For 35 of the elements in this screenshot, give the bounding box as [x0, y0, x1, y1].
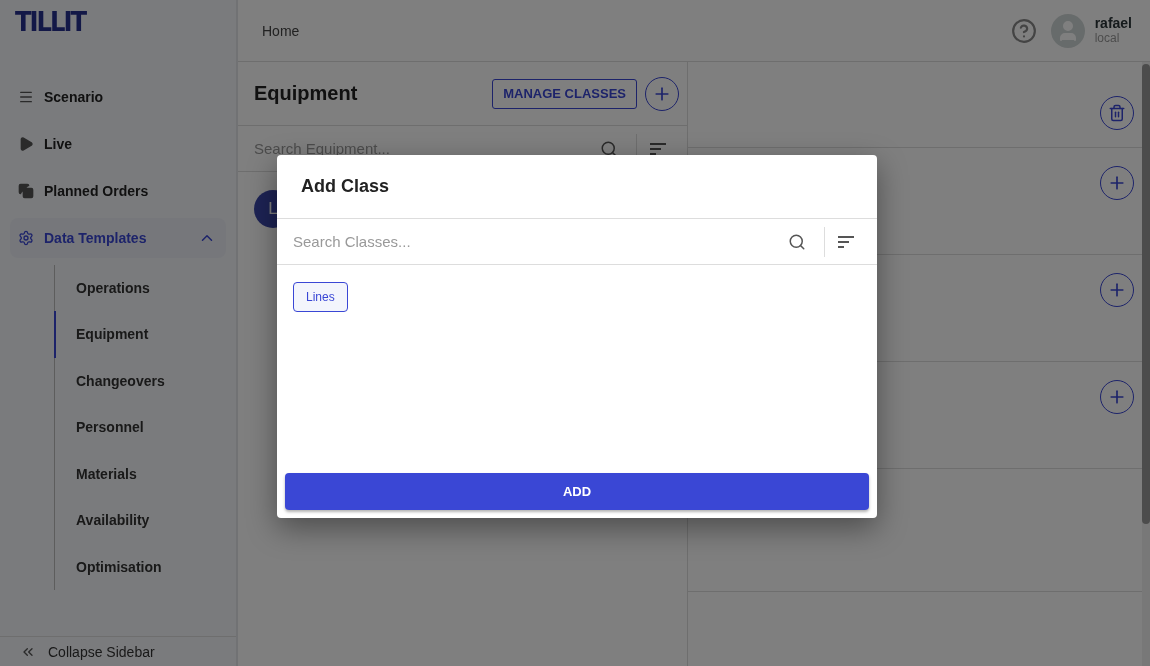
add-button[interactable] [1100, 273, 1134, 307]
scrollbar-thumb[interactable] [1142, 64, 1150, 524]
sidebar-subitem[interactable]: Personnel [54, 404, 236, 451]
sidebar-item[interactable]: Scenario [10, 76, 226, 117]
sidebar-subitem[interactable]: Optimisation [54, 543, 236, 591]
add-button[interactable] [1100, 166, 1134, 200]
breadcrumb[interactable]: Home [262, 22, 1011, 39]
search-icon[interactable] [788, 232, 806, 251]
sidebar-subitem[interactable]: Materials [54, 450, 236, 498]
play-icon [18, 135, 34, 152]
class-chip[interactable]: Lines [293, 282, 348, 312]
add-button[interactable]: ADD [285, 473, 869, 510]
logo: TILLIT [14, 5, 87, 39]
delete-button[interactable] [1100, 96, 1134, 130]
user-name: rafael [1094, 15, 1132, 31]
document-copy-icon [18, 182, 34, 199]
sidebar-subitem[interactable]: Availability [54, 497, 236, 544]
sidebar-subitem[interactable]: Operations [54, 264, 236, 312]
panel-title: Equipment [254, 82, 359, 105]
search-icon[interactable] [600, 139, 618, 158]
manage-classes-button[interactable]: MANAGE CLASSES [492, 78, 637, 109]
sidebar-subitem[interactable]: Changeovers [54, 357, 236, 405]
settings-icon [18, 229, 34, 246]
sort-icon[interactable] [649, 142, 667, 155]
help-icon[interactable] [1010, 17, 1037, 44]
collapse-sidebar-button[interactable]: Collapse Sidebar [0, 636, 236, 666]
sidebar-subitem[interactable]: Equipment [54, 311, 236, 358]
sort-icon[interactable] [837, 235, 855, 248]
sidebar-item[interactable]: Planned Orders [10, 170, 226, 211]
sidebar-item[interactable]: Live [10, 123, 226, 164]
sidebar-item[interactable]: Data Templates [10, 217, 226, 258]
add-button[interactable] [1100, 380, 1134, 414]
add-button[interactable] [645, 76, 679, 111]
trash-icon [1108, 104, 1126, 122]
dialog-title: Add Class [277, 155, 877, 219]
